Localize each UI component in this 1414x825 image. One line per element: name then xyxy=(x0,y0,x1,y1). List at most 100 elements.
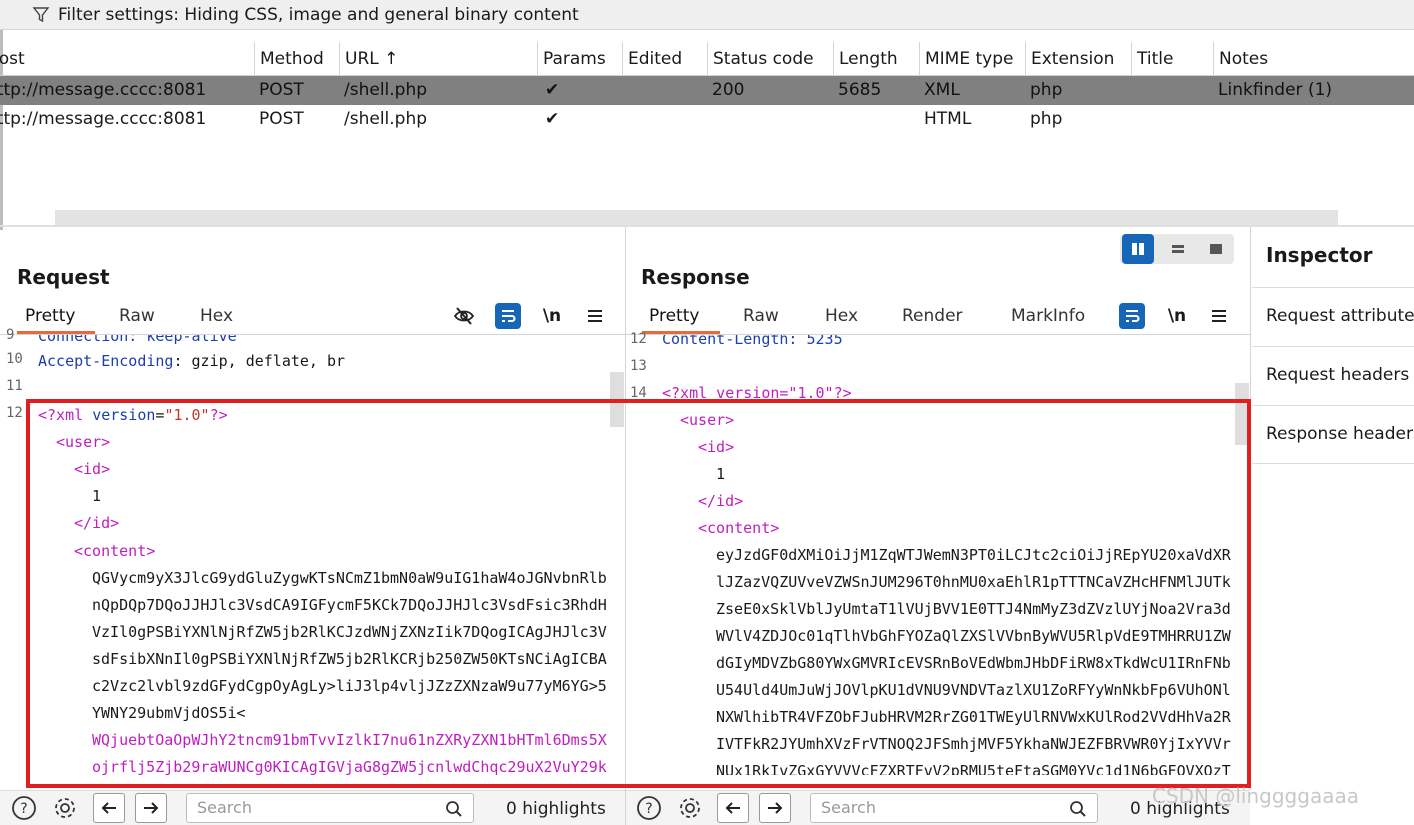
inspector-divider[interactable] xyxy=(1250,227,1251,790)
pane-splitter[interactable] xyxy=(0,225,1414,227)
cell-length: 5685 xyxy=(838,80,882,100)
code-line: ojrflj5Zjb29raWUNCg0KICAgIGVjaG8gZW5jcnl… xyxy=(92,758,607,775)
cell-edited xyxy=(622,76,707,105)
code-line: <user> xyxy=(680,411,735,429)
cell-status: 200 xyxy=(712,80,745,100)
settings-gear-icon[interactable] xyxy=(51,794,79,822)
column-header-notes[interactable]: Notes xyxy=(1213,42,1414,76)
code-line: lJZazVQZUVveVZWSnJUM296T0hnMU0xaEhlR1pTT… xyxy=(716,573,1231,591)
cell-extension: php xyxy=(1030,109,1063,129)
code-line: 1 xyxy=(716,465,726,483)
cell-title xyxy=(1131,76,1213,105)
search-icon xyxy=(445,799,463,825)
inspector-response-headers[interactable]: Response headers xyxy=(1252,405,1414,464)
response-line-gutter: 12 13 14 xyxy=(630,331,647,401)
cell-host: http://message.cccc:8081 xyxy=(0,80,207,100)
table-header: Host Method URL ↑ Params Edited Status c… xyxy=(0,42,1414,76)
column-header-url[interactable]: URL ↑ xyxy=(339,42,537,76)
word-wrap-icon[interactable] xyxy=(495,303,521,329)
next-arrow-icon[interactable] xyxy=(135,793,167,823)
inspector-request-attributes[interactable]: Request attributes xyxy=(1252,287,1414,346)
filter-icon xyxy=(32,6,50,24)
code-line: <user> xyxy=(56,433,111,451)
code-line: YWNY29ubmVjdOS5i< xyxy=(92,704,246,722)
code-line: dGIyMDVZbG80YWxGMVRIcEVSRnBoVEdWbmJHbDFi… xyxy=(716,654,1231,672)
filter-settings-text: Filter settings: Hiding CSS, image and g… xyxy=(58,4,579,25)
request-search-input[interactable]: Search xyxy=(186,793,474,823)
newline-toggle[interactable]: \n xyxy=(1163,303,1191,329)
response-tab-markinfo[interactable]: MarkInfo xyxy=(1011,306,1085,326)
hide-eye-icon[interactable] xyxy=(452,304,476,328)
code-line: Content-Length: 5235 xyxy=(662,335,843,348)
inspector-request-headers[interactable]: Request headers xyxy=(1252,346,1414,405)
code-line: QGVycm9yX3JlcG9ydGluZygwKTsNCmZ1bmN0aW9u… xyxy=(92,569,607,587)
column-header-mime[interactable]: MIME type xyxy=(919,42,1025,76)
cell-extension: php xyxy=(1030,80,1063,100)
menu-icon[interactable] xyxy=(1206,303,1232,329)
code-line: </id> xyxy=(74,514,120,532)
column-header-edited[interactable]: Edited xyxy=(622,42,707,76)
next-arrow-icon[interactable] xyxy=(759,793,791,823)
newline-toggle[interactable]: \n xyxy=(538,303,566,329)
cell-url: /shell.php xyxy=(344,109,428,129)
column-header-length[interactable]: Length xyxy=(833,42,919,76)
response-tab-render[interactable]: Render xyxy=(902,306,963,326)
cell-params-check: ✔ xyxy=(545,80,560,100)
code-line: VzIl0gPSBiYXNlNjRfZW5jb2RlKCJzdWNjZXNzIi… xyxy=(92,623,607,641)
column-header-extension[interactable]: Extension xyxy=(1025,42,1131,76)
request-tab-pretty[interactable]: Pretty xyxy=(25,306,75,326)
menu-icon[interactable] xyxy=(582,303,608,329)
column-header-status[interactable]: Status code xyxy=(707,42,833,76)
settings-gear-icon[interactable] xyxy=(676,794,704,822)
response-tab-raw[interactable]: Raw xyxy=(743,306,779,326)
request-tab-raw[interactable]: Raw xyxy=(119,306,155,326)
code-line: <id> xyxy=(74,460,111,478)
code-line: U54Uld4UmJuWjJOVlpKU1dVNU9VNDVTazlXU1ZoR… xyxy=(716,681,1231,699)
search-icon xyxy=(1069,799,1087,825)
code-line: <?xml version="1.0"?> xyxy=(38,406,228,424)
code-line: 1 xyxy=(92,487,102,505)
word-wrap-icon[interactable] xyxy=(1119,303,1145,329)
cell-mime: HTML xyxy=(924,109,972,129)
watermark: CSDN @linggggaaaa xyxy=(1152,784,1359,808)
request-line-gutter: 9 10 11 12 xyxy=(6,327,23,421)
cell-edited xyxy=(622,105,707,134)
request-scrollbar[interactable] xyxy=(610,372,624,427)
code-line: WVlV4ZDJOc01qTlhVbGhFYOZaQlZXSlVVbnByWVU… xyxy=(716,627,1231,645)
split-view-icon[interactable] xyxy=(1122,234,1154,264)
cell-length xyxy=(833,105,919,134)
stacked-view-icon[interactable] xyxy=(1162,234,1194,264)
column-header-title[interactable]: Title xyxy=(1131,42,1213,76)
table-horizontal-scrollbar[interactable] xyxy=(55,210,1338,225)
previous-arrow-icon[interactable] xyxy=(717,793,749,823)
cell-method: POST xyxy=(259,109,304,129)
code-line: sdFsibXNnIl0gPSBiYXNlNjRfZW5jb2RlKCRjb25… xyxy=(92,650,607,668)
request-tab-hex[interactable]: Hex xyxy=(200,306,233,326)
response-tab-hex[interactable]: Hex xyxy=(825,306,858,326)
code-line: Connection: keep-alive xyxy=(38,335,237,345)
code-line: <id> xyxy=(698,438,735,456)
table-row[interactable]: http://message.cccc:8081 POST /shell.php… xyxy=(0,105,1414,134)
response-tab-pretty[interactable]: Pretty xyxy=(649,306,699,326)
code-line: Accept-Encoding: gzip, deflate, br xyxy=(38,352,346,370)
help-icon[interactable]: ? xyxy=(10,794,38,822)
single-view-icon[interactable] xyxy=(1200,234,1232,264)
column-header-params[interactable]: Params xyxy=(537,42,622,76)
help-icon[interactable]: ? xyxy=(635,794,663,822)
table-row[interactable]: http://message.cccc:8081 POST /shell.php… xyxy=(0,76,1414,105)
svg-text:?: ? xyxy=(645,801,652,817)
code-line: <content> xyxy=(698,519,780,537)
request-bottom-toolbar: ? Search 0 highlights xyxy=(0,790,625,825)
code-line: <?xml version="1.0"?> xyxy=(662,384,852,402)
response-editor[interactable]: Content-Length: 5235 <?xml version="1.0"… xyxy=(662,335,1234,775)
cell-mime: XML xyxy=(924,80,960,100)
column-header-method[interactable]: Method xyxy=(254,42,339,76)
request-title: Request xyxy=(17,265,110,289)
response-search-input[interactable]: Search xyxy=(810,793,1098,823)
request-editor[interactable]: Connection: keep-alive Accept-Encoding: … xyxy=(38,335,610,775)
response-scrollbar[interactable] xyxy=(1235,383,1249,445)
previous-arrow-icon[interactable] xyxy=(93,793,125,823)
cell-method: POST xyxy=(259,80,304,100)
filter-bar[interactable]: Filter settings: Hiding CSS, image and g… xyxy=(0,0,1414,30)
column-header-host[interactable]: Host xyxy=(0,42,254,76)
